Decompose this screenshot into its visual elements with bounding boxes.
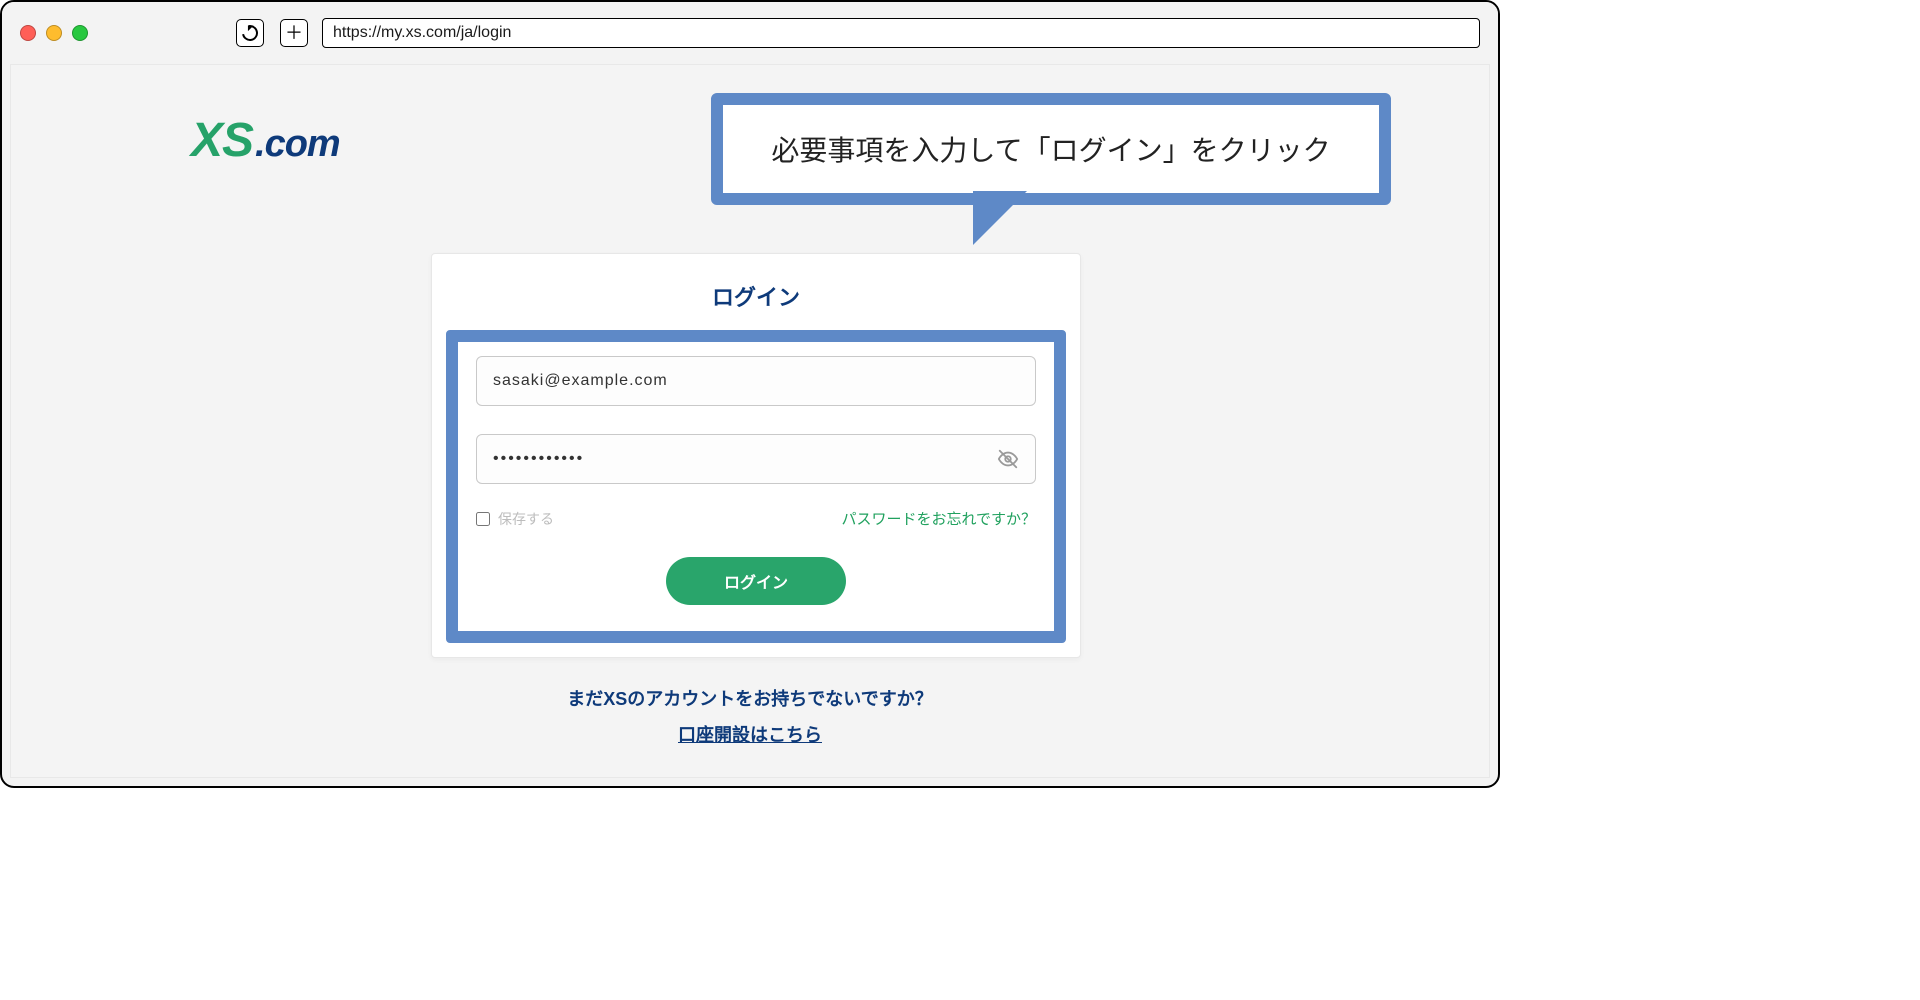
close-window-icon[interactable] xyxy=(20,25,36,41)
email-field-wrapper xyxy=(476,356,1036,406)
window-controls xyxy=(20,25,88,41)
url-text: https://my.xs.com/ja/login xyxy=(333,24,511,42)
email-field[interactable] xyxy=(493,357,1019,405)
address-bar[interactable]: https://my.xs.com/ja/login xyxy=(322,18,1480,48)
password-field[interactable] xyxy=(493,435,997,483)
signup-link[interactable]: 口座開設はこちら xyxy=(678,721,822,747)
signup-prompt: まだXSのアカウントをお持ちでないですか？ 口座開設はこちら xyxy=(11,685,1489,747)
remember-me[interactable]: 保存する xyxy=(476,509,554,529)
login-title: ログイン xyxy=(432,280,1080,312)
remember-checkbox[interactable] xyxy=(476,512,490,526)
minimize-window-icon[interactable] xyxy=(46,25,62,41)
signup-question: まだXSのアカウントをお持ちでないですか？ xyxy=(11,685,1489,711)
password-field-wrapper xyxy=(476,434,1036,484)
eye-off-icon xyxy=(997,448,1019,470)
forgot-password-link[interactable]: パスワードをお忘れですか？ xyxy=(841,508,1036,529)
logo-xs: XS xyxy=(191,113,253,168)
login-form-highlight: 保存する パスワードをお忘れですか？ ログイン xyxy=(446,330,1066,643)
new-tab-button[interactable]: ＋ xyxy=(280,19,308,47)
login-options-row: 保存する パスワードをお忘れですか？ xyxy=(476,508,1036,529)
browser-toolbar: ＋ https://my.xs.com/ja/login xyxy=(2,2,1498,64)
toggle-password-visibility[interactable] xyxy=(997,448,1019,470)
logo-dotcom: .com xyxy=(255,123,340,166)
login-button[interactable]: ログイン xyxy=(666,557,846,605)
login-card: ログイン xyxy=(431,253,1081,658)
maximize-window-icon[interactable] xyxy=(72,25,88,41)
page-viewport: XS .com 必要事項を入力して「ログイン」をクリック ログイン xyxy=(10,64,1490,778)
instruction-text: 必要事項を入力して「ログイン」をクリック xyxy=(771,135,1330,166)
reload-button[interactable] xyxy=(236,19,264,47)
site-logo: XS .com xyxy=(191,113,340,168)
instruction-callout: 必要事項を入力して「ログイン」をクリック xyxy=(711,93,1391,205)
reload-icon xyxy=(239,22,261,44)
remember-label: 保存する xyxy=(498,509,554,529)
browser-window: ＋ https://my.xs.com/ja/login XS .com 必要事… xyxy=(0,0,1500,788)
